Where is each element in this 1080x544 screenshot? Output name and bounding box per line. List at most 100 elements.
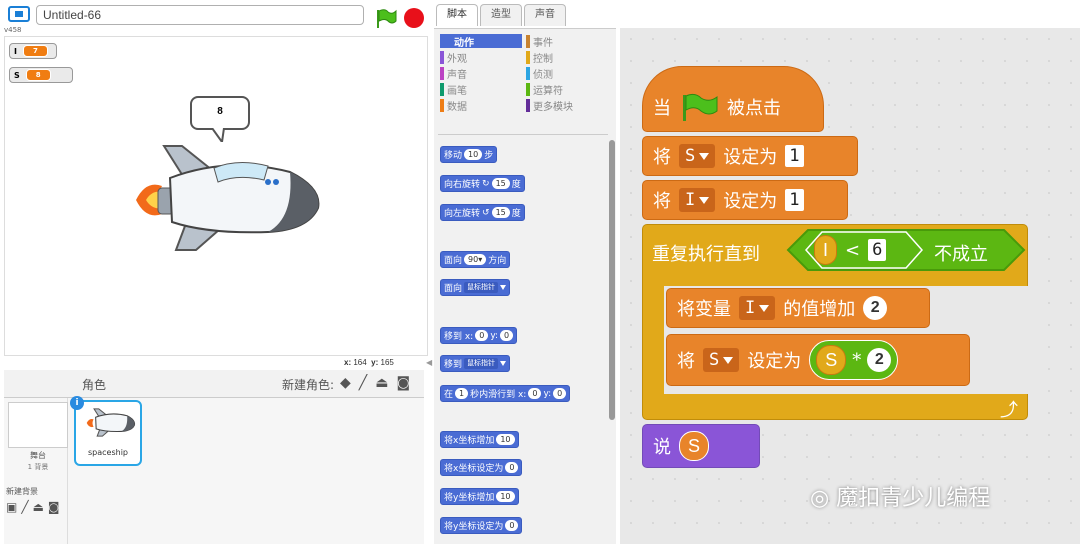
tab-sounds[interactable]: 声音: [524, 4, 566, 26]
block-text: 度: [511, 180, 521, 190]
category-operators[interactable]: 运算符: [526, 82, 612, 97]
block-input[interactable]: 0: [500, 330, 514, 341]
block-set-y[interactable]: 将y坐标设定为 0: [440, 517, 523, 534]
change-variable-block[interactable]: 将变量 I 的值增加 2: [666, 288, 930, 328]
condition-expression[interactable]: I < 6: [808, 234, 887, 266]
block-input[interactable]: 10: [496, 491, 515, 502]
value-input[interactable]: 2: [863, 296, 888, 320]
tab-scripts[interactable]: 脚本: [436, 4, 478, 26]
dropdown-arrow-icon: [699, 152, 710, 160]
project-title-input[interactable]: Untitled-66: [36, 5, 364, 25]
block-dropdown[interactable]: 鼠标指针: [464, 282, 499, 293]
block-text: 向左旋转: [444, 209, 481, 219]
set-s-block[interactable]: 将 S 设定为 1: [642, 136, 858, 176]
block-text: 设定为: [723, 147, 778, 168]
block-text: y:: [490, 330, 499, 341]
variable-reporter[interactable]: I: [814, 235, 838, 265]
dropdown-arrow-icon: [500, 361, 507, 366]
variable-dropdown[interactable]: I: [679, 188, 716, 212]
block-glide[interactable]: 在 1 秒内滑行到 x: 0 y: 0: [440, 385, 571, 402]
set-s-multiply-block[interactable]: 将 S 设定为 S * 2: [666, 334, 970, 386]
block-input[interactable]: 0: [505, 462, 519, 473]
category-sound[interactable]: 声音: [440, 66, 526, 81]
variable-dropdown[interactable]: S: [703, 348, 740, 372]
category-looks[interactable]: 外观: [440, 50, 526, 65]
block-input[interactable]: 15: [491, 178, 510, 189]
sprites-heading: 角色: [82, 378, 107, 392]
variable-reporter[interactable]: S: [816, 345, 847, 375]
block-text: 将y坐标设定为: [444, 522, 504, 532]
category-pen[interactable]: 画笔: [440, 82, 526, 97]
block-input[interactable]: 90▾: [464, 254, 487, 265]
not-label: 不成立: [934, 244, 988, 265]
block-point-towards[interactable]: 面向 鼠标指针: [440, 279, 511, 296]
block-text: 将: [653, 191, 671, 212]
value-input[interactable]: 2: [867, 348, 892, 372]
block-input[interactable]: 10: [464, 149, 483, 160]
block-input[interactable]: 0: [475, 330, 489, 341]
category-motion[interactable]: 动作: [440, 34, 522, 49]
tab-costumes[interactable]: 造型: [480, 4, 522, 26]
category-events[interactable]: 事件: [526, 34, 612, 49]
category-data[interactable]: 数据: [440, 98, 526, 113]
backdrop-paint-icon[interactable]: ╱: [21, 500, 28, 514]
category-control[interactable]: 控制: [526, 50, 612, 65]
paint-icon[interactable]: ╱: [359, 375, 367, 391]
fullscreen-icon[interactable]: [8, 6, 30, 22]
block-input[interactable]: 10: [496, 434, 515, 445]
block-dropdown[interactable]: 鼠标指针: [464, 358, 499, 369]
block-text: 秒内滑行到 x:: [470, 390, 527, 400]
coord-y: 165: [380, 358, 394, 367]
block-change-y[interactable]: 将y坐标增加 10: [440, 488, 519, 505]
block-text: 移到 x:: [444, 332, 474, 342]
monitor-name: I: [14, 46, 17, 56]
block-goto[interactable]: 移到 鼠标指针: [440, 355, 511, 372]
block-move[interactable]: 移动 10 步: [440, 146, 498, 163]
green-flag-icon[interactable]: [375, 8, 397, 28]
multiply-operator[interactable]: S * 2: [809, 340, 899, 380]
when-flag-clicked-block[interactable]: 当 被点击: [642, 66, 824, 132]
camera-icon[interactable]: ◙: [396, 375, 410, 391]
block-input[interactable]: 0: [528, 388, 542, 399]
value-input[interactable]: 1: [785, 145, 804, 167]
value-input[interactable]: 6: [868, 239, 887, 261]
stage-thumbnail[interactable]: [8, 402, 68, 448]
variable-reporter[interactable]: S: [679, 431, 710, 461]
block-set-x[interactable]: 将x坐标设定为 0: [440, 459, 523, 476]
block-input[interactable]: 1: [455, 388, 469, 399]
dropdown-arrow-icon: [759, 304, 770, 312]
block-text: 移动: [444, 151, 463, 161]
block-input[interactable]: 15: [491, 207, 510, 218]
category-sensing[interactable]: 侦测: [526, 66, 612, 81]
spaceship-sprite[interactable]: [118, 138, 324, 254]
rotate-cw-icon: ↻: [482, 178, 490, 189]
block-change-x[interactable]: 将x坐标增加 10: [440, 431, 519, 448]
category-label: 运算符: [533, 85, 563, 97]
block-turn-right[interactable]: 向右旋转 ↻ 15 度: [440, 175, 525, 192]
say-block[interactable]: 说 S: [642, 424, 760, 468]
monitor-value: 8: [25, 69, 51, 81]
upload-icon[interactable]: ⏏: [375, 375, 388, 391]
backdrop-upload-icon[interactable]: ⏏: [33, 500, 44, 514]
palette-scrollbar[interactable]: [609, 140, 615, 420]
backdrop-library-icon[interactable]: ▣: [6, 500, 17, 514]
block-goto-xy[interactable]: 移到 x: 0 y: 0: [440, 327, 518, 344]
category-more-blocks[interactable]: 更多模块: [526, 98, 612, 113]
block-turn-left[interactable]: 向左旋转 ↺ 15 度: [440, 204, 525, 221]
sprite-library-icon[interactable]: ◆: [340, 375, 351, 391]
block-input[interactable]: 0: [553, 388, 567, 399]
block-input[interactable]: 0: [505, 520, 519, 531]
block-text: 将y坐标增加: [444, 493, 495, 503]
backdrop-camera-icon[interactable]: ◙: [48, 500, 60, 514]
block-text: 步: [484, 151, 494, 161]
set-i-block[interactable]: 将 I 设定为 1: [642, 180, 848, 220]
variable-dropdown[interactable]: S: [679, 144, 716, 168]
stage-label: 舞台: [30, 451, 46, 460]
stop-icon[interactable]: [404, 8, 424, 28]
collapse-arrow-icon[interactable]: ◀: [426, 358, 432, 367]
block-text: 将x坐标设定为: [444, 464, 504, 474]
coord-y-label: y:: [371, 358, 379, 367]
block-point-direction[interactable]: 面向 90▾ 方向: [440, 251, 511, 268]
variable-dropdown[interactable]: I: [739, 296, 776, 320]
value-input[interactable]: 1: [785, 189, 804, 211]
